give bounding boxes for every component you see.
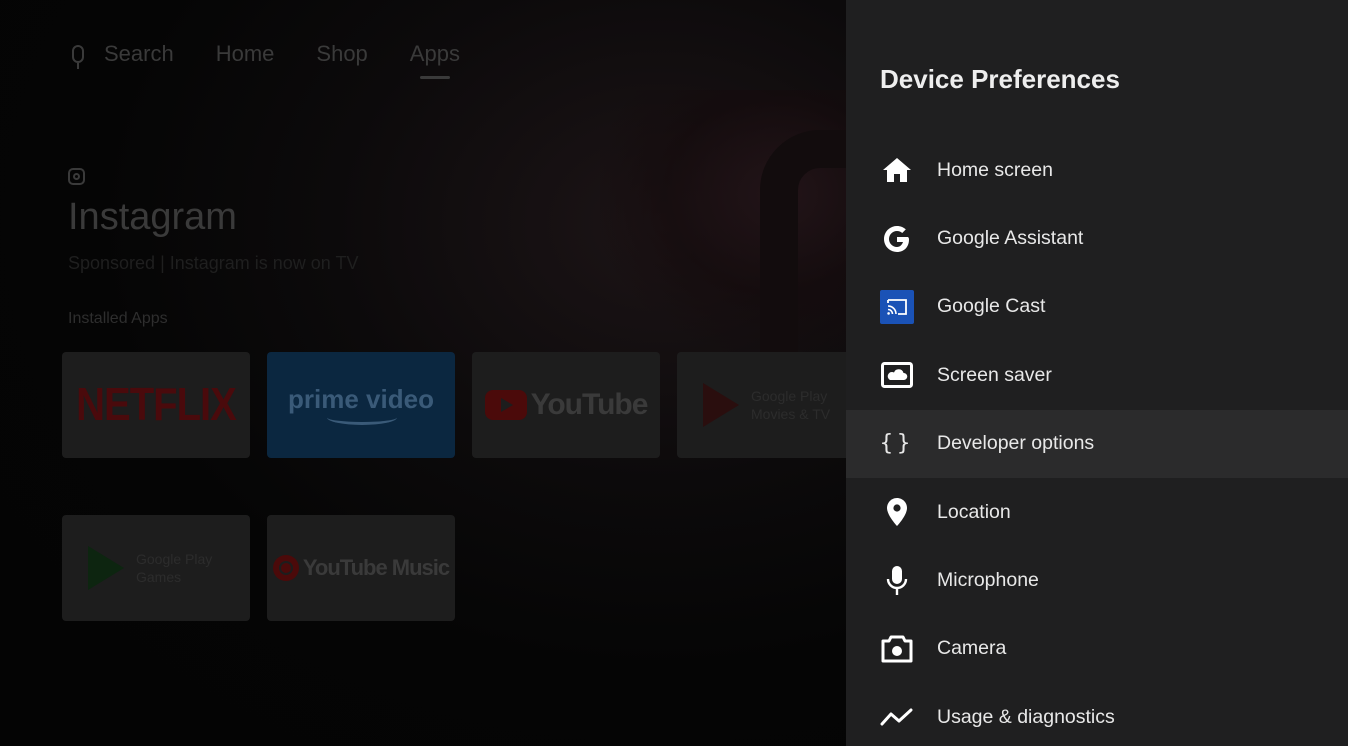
- location-pin-icon: [880, 495, 914, 529]
- braces-icon: {}: [879, 431, 915, 457]
- play-movies-icon: [703, 383, 739, 427]
- menu-item-label: Camera: [937, 637, 1007, 660]
- menu-item-label: Location: [937, 500, 1011, 523]
- youtube-music-icon: [272, 555, 299, 581]
- app-tile-google-play-games[interactable]: Google Play Games: [62, 515, 250, 621]
- usage-graph-icon: [880, 700, 914, 734]
- play-movies-line1: Google Play: [751, 388, 828, 404]
- youtube-music-logo: YouTube Music: [302, 555, 450, 580]
- youtube-logo: YouTube: [530, 388, 649, 421]
- nav-search-label: Search: [104, 41, 174, 66]
- menu-item-google-assistant[interactable]: Google Assistant: [846, 204, 1348, 272]
- menu-item-google-cast[interactable]: Google Cast: [846, 273, 1348, 341]
- nav-apps-label: Apps: [409, 41, 460, 66]
- microphone-icon: [72, 45, 84, 69]
- play-movies-logo: Google Play Movies & TV: [751, 387, 830, 423]
- menu-item-label: Google Assistant: [937, 227, 1084, 250]
- nav-shop-label: Shop: [316, 41, 368, 66]
- panel-title: Device Preferences: [880, 64, 1120, 94]
- cast-icon: [880, 289, 914, 324]
- nav-search[interactable]: Search: [72, 41, 174, 69]
- featured-title: Instagram: [68, 196, 237, 238]
- play-games-icon: [88, 546, 124, 590]
- top-navigation: Search Home Shop Apps: [72, 38, 502, 79]
- menu-item-label: Screen saver: [937, 363, 1052, 386]
- menu-item-label: Microphone: [937, 569, 1039, 592]
- menu-item-camera[interactable]: Camera: [846, 615, 1348, 683]
- menu-item-microphone[interactable]: Microphone: [846, 546, 1348, 614]
- preferences-menu: Home screen Google Assistant Google Cast…: [846, 136, 1348, 746]
- app-tile-prime-video[interactable]: prime video: [267, 352, 455, 458]
- play-games-line2: Games: [136, 569, 182, 585]
- menu-item-label: Developer options: [937, 432, 1095, 455]
- google-g-icon: [880, 222, 914, 256]
- screensaver-icon: [880, 358, 914, 392]
- menu-item-developer-options[interactable]: {} Developer options: [846, 409, 1348, 478]
- menu-item-screen-saver[interactable]: Screen saver: [846, 341, 1348, 409]
- menu-item-label: Usage & diagnostics: [937, 705, 1115, 728]
- prime-smile-icon: [327, 410, 397, 425]
- microphone-icon: [880, 564, 914, 598]
- instagram-icon: [68, 168, 85, 185]
- app-tile-netflix[interactable]: NETFLIX: [62, 352, 250, 458]
- featured-subtitle: Sponsored | Instagram is now on TV: [68, 253, 359, 273]
- nav-home[interactable]: Home: [216, 41, 275, 67]
- nav-apps[interactable]: Apps: [409, 41, 460, 79]
- device-preferences-panel: Device Preferences Home screen Google As…: [846, 0, 1348, 746]
- play-games-logo: Google Play Games: [136, 550, 212, 586]
- home-icon: [880, 153, 914, 187]
- netflix-logo: NETFLIX: [76, 379, 237, 430]
- camera-icon: [880, 632, 914, 666]
- installed-apps-label: Installed Apps: [68, 310, 168, 327]
- menu-item-home-screen[interactable]: Home screen: [846, 136, 1348, 204]
- menu-item-usage-diagnostics[interactable]: Usage & diagnostics: [846, 683, 1348, 746]
- nav-home-label: Home: [215, 41, 275, 66]
- active-tab-indicator: [419, 76, 450, 79]
- nav-shop[interactable]: Shop: [316, 41, 367, 67]
- menu-item-location[interactable]: Location: [846, 478, 1348, 546]
- menu-item-label: Google Cast: [937, 295, 1046, 318]
- play-games-line1: Google Play: [136, 551, 213, 567]
- youtube-play-icon: [484, 390, 527, 420]
- cast-icon-wrapper: [880, 289, 914, 324]
- home-screen-background: Search Home Shop Apps Instagram Sponsore…: [0, 0, 846, 746]
- app-tile-youtube-music[interactable]: YouTube Music: [267, 515, 455, 621]
- menu-item-label: Home screen: [937, 158, 1053, 181]
- play-movies-line2: Movies & TV: [751, 406, 831, 422]
- app-tile-google-play-movies[interactable]: Google Play Movies & TV: [677, 352, 846, 458]
- app-tile-youtube[interactable]: YouTube: [472, 352, 660, 458]
